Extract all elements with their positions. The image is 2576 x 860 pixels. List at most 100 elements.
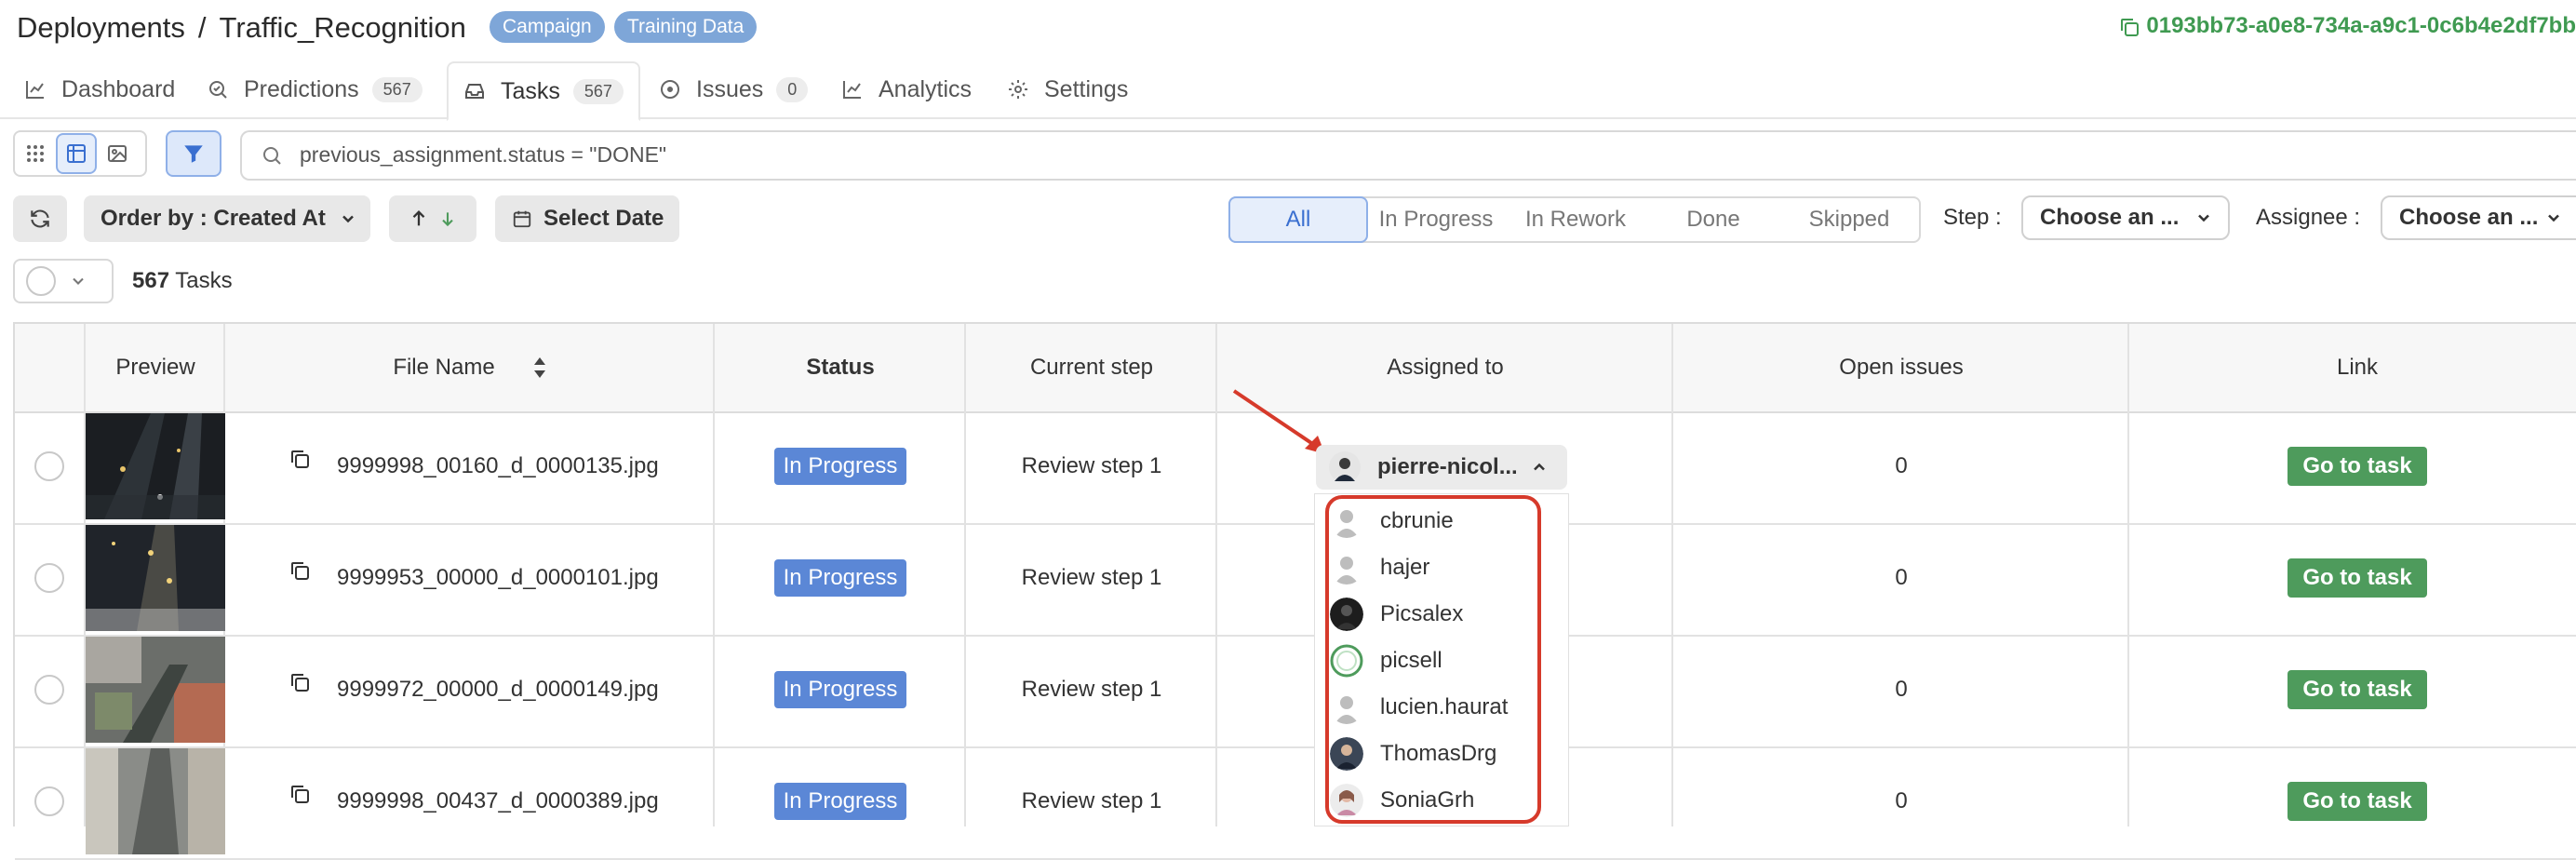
copy-icon[interactable] — [288, 783, 311, 805]
tab-label: Analytics — [879, 75, 973, 102]
row-checkbox[interactable] — [34, 451, 64, 481]
file-name-cell: 9999953_00000_d_0000101.jpg — [225, 523, 715, 633]
step-select-value: Choose an ... — [2040, 205, 2180, 230]
gear-icon — [1009, 80, 1027, 99]
current-step: Review step 1 — [1021, 453, 1162, 478]
deployment-uuid[interactable]: 0193bb73-a0e8-734a-a9c1-0c6b4e2df7bb — [2118, 13, 2576, 39]
file-name: 9999998_00437_d_0000389.jpg — [337, 788, 659, 813]
filter-all[interactable]: All — [1228, 196, 1368, 243]
current-step: Review step 1 — [1021, 677, 1162, 702]
tab-label: Settings — [1044, 75, 1129, 102]
assignee-label: Assignee : — [2256, 205, 2361, 230]
assignee-dropdown-button[interactable]: pierre-nicol... — [1316, 445, 1567, 490]
filter-icon — [184, 145, 203, 163]
row-checkbox[interactable] — [34, 786, 64, 816]
line-chart-icon — [26, 81, 44, 99]
step-select[interactable]: Choose an ... — [2021, 195, 2230, 240]
tab-dashboard[interactable]: Dashboard — [24, 61, 175, 117]
status-badge: In Progress — [773, 448, 907, 485]
header-status[interactable]: Status — [715, 324, 966, 411]
tab-tasks[interactable]: Tasks 567 — [447, 61, 640, 121]
row-checkbox[interactable] — [34, 563, 64, 593]
preview-image[interactable] — [86, 525, 225, 631]
assignee-select[interactable]: Choose an ... — [2381, 195, 2576, 240]
filter-in-progress[interactable]: In Progress — [1366, 198, 1506, 241]
task-count-number: 567 — [132, 268, 170, 293]
tab-label: Predictions — [244, 75, 359, 102]
preview-image[interactable] — [86, 748, 225, 854]
copy-icon[interactable] — [288, 559, 311, 582]
tab-label: Issues — [696, 75, 764, 102]
copy-icon[interactable] — [288, 671, 311, 693]
file-name: 9999953_00000_d_0000101.jpg — [337, 565, 659, 590]
line-chart-icon — [843, 81, 861, 99]
open-issues: 0 — [1895, 565, 1908, 590]
select-date-button[interactable]: Select Date — [495, 195, 679, 242]
tab-issues[interactable]: Issues 0 — [659, 61, 809, 117]
select-date-label: Select Date — [543, 206, 664, 231]
assignee-select-value: Choose an ... — [2399, 205, 2539, 230]
table-row[interactable]: 9999998_00437_d_0000389.jpg In Progress … — [15, 746, 2576, 860]
open-issues: 0 — [1895, 677, 1908, 702]
file-name-cell: 9999972_00000_d_0000149.jpg — [225, 635, 715, 745]
file-name: 9999998_00160_d_0000135.jpg — [337, 453, 659, 478]
preview-image[interactable] — [86, 637, 225, 743]
grid-icon — [27, 145, 44, 162]
copy-icon[interactable] — [2118, 16, 2140, 38]
status-badge: In Progress — [773, 783, 907, 820]
order-by-dropdown[interactable]: Order by : Created At — [84, 195, 370, 242]
table-row[interactable]: 9999972_00000_d_0000149.jpg In Progress … — [15, 635, 2576, 748]
tab-analytics[interactable]: Analytics — [841, 61, 972, 117]
chevron-up-icon — [1534, 463, 1545, 471]
header-open-issues: Open issues — [1839, 355, 1964, 380]
arrow-up-icon — [412, 210, 425, 226]
campaign-badge: Campaign — [490, 11, 605, 43]
filter-done[interactable]: Done — [1645, 198, 1781, 241]
annotation-highlight-box — [1325, 495, 1541, 824]
filter-in-rework[interactable]: In Rework — [1506, 198, 1645, 241]
status-badge: In Progress — [773, 671, 907, 708]
task-count-label: Tasks — [175, 268, 233, 293]
open-issues: 0 — [1895, 788, 1908, 813]
go-to-task-button[interactable]: Go to task — [2288, 558, 2427, 598]
filter-button[interactable] — [166, 130, 221, 177]
header-preview: Preview — [115, 355, 195, 380]
image-view-button[interactable] — [97, 133, 138, 174]
select-all-control[interactable] — [13, 259, 114, 303]
filter-skipped[interactable]: Skipped — [1781, 198, 1917, 241]
tab-bar: Dashboard Predictions 567 Tasks 567 Issu… — [0, 61, 2576, 121]
grid-view-button[interactable] — [15, 133, 56, 174]
sort-icon[interactable] — [532, 356, 547, 380]
avatar — [1329, 451, 1361, 483]
tab-predictions[interactable]: Predictions 567 — [207, 61, 423, 117]
refresh-button[interactable] — [13, 195, 67, 242]
sort-direction-button[interactable] — [389, 195, 476, 242]
chevron-down-icon — [2198, 214, 2209, 222]
search-input[interactable]: previous_assignment.status = "DONE" — [300, 142, 666, 168]
tab-settings[interactable]: Settings — [1007, 61, 1128, 117]
breadcrumb-root[interactable]: Deployments — [17, 11, 185, 44]
table-row[interactable]: 9999953_00000_d_0000101.jpg In Progress … — [15, 523, 2576, 637]
header-link: Link — [2336, 355, 2379, 380]
image-icon — [108, 145, 127, 162]
uuid-text: 0193bb73-a0e8-734a-a9c1-0c6b4e2df7bb — [2146, 13, 2576, 38]
row-checkbox[interactable] — [34, 675, 64, 705]
refresh-icon — [31, 209, 49, 228]
breadcrumb-separator: / — [197, 11, 207, 44]
file-name-cell: 9999998_00437_d_0000389.jpg — [225, 746, 715, 856]
select-all-checkbox[interactable] — [26, 266, 56, 296]
search-icon — [263, 147, 281, 165]
preview-image[interactable] — [86, 413, 225, 519]
go-to-task-button[interactable]: Go to task — [2288, 670, 2427, 709]
chevron-down-icon[interactable] — [69, 272, 87, 290]
search-bar[interactable]: previous_assignment.status = "DONE" — [240, 130, 2576, 181]
copy-icon[interactable] — [288, 448, 311, 470]
header-file-name[interactable]: File Name — [225, 324, 715, 411]
assignee-name: pierre-nicol... — [1377, 454, 1518, 479]
table-icon — [67, 144, 86, 163]
tab-count: 567 — [371, 76, 423, 102]
go-to-task-button[interactable]: Go to task — [2288, 447, 2427, 486]
table-view-button[interactable] — [56, 133, 97, 174]
header-file-name-label: File Name — [393, 355, 495, 380]
go-to-task-button[interactable]: Go to task — [2288, 782, 2427, 821]
